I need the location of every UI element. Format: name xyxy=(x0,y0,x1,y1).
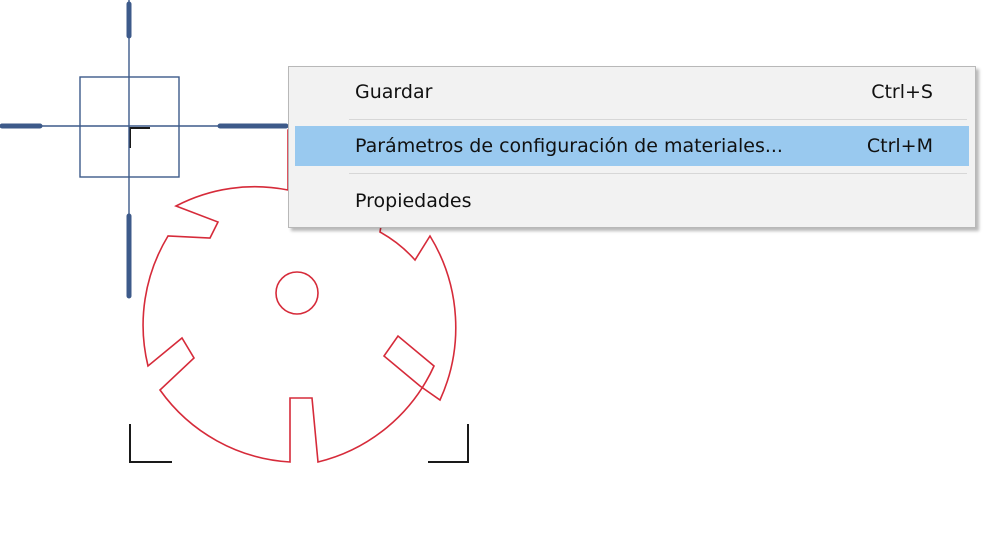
menu-item-shortcut: Ctrl+M xyxy=(866,135,933,157)
part-center-hole xyxy=(275,271,319,315)
menu-item-material-settings[interactable]: Parámetros de configuración de materiale… xyxy=(295,126,969,166)
menu-separator xyxy=(349,173,967,174)
menu-separator xyxy=(349,119,967,120)
selection-corner-top-left xyxy=(129,127,150,148)
menu-item-label: Propiedades xyxy=(355,190,472,212)
crosshair-cursor xyxy=(0,0,289,299)
menu-item-guardar[interactable]: Guardar Ctrl+S xyxy=(295,72,969,112)
menu-item-shortcut: Ctrl+S xyxy=(871,81,933,103)
selection-corner-bottom-left xyxy=(129,424,172,463)
menu-item-label: Guardar xyxy=(355,81,433,103)
context-menu: Guardar Ctrl+S Parámetros de configuraci… xyxy=(288,66,976,228)
selection-corner-bottom-right xyxy=(428,424,469,463)
menu-item-label: Parámetros de configuración de materiale… xyxy=(355,135,783,157)
menu-item-propiedades[interactable]: Propiedades xyxy=(295,181,969,221)
